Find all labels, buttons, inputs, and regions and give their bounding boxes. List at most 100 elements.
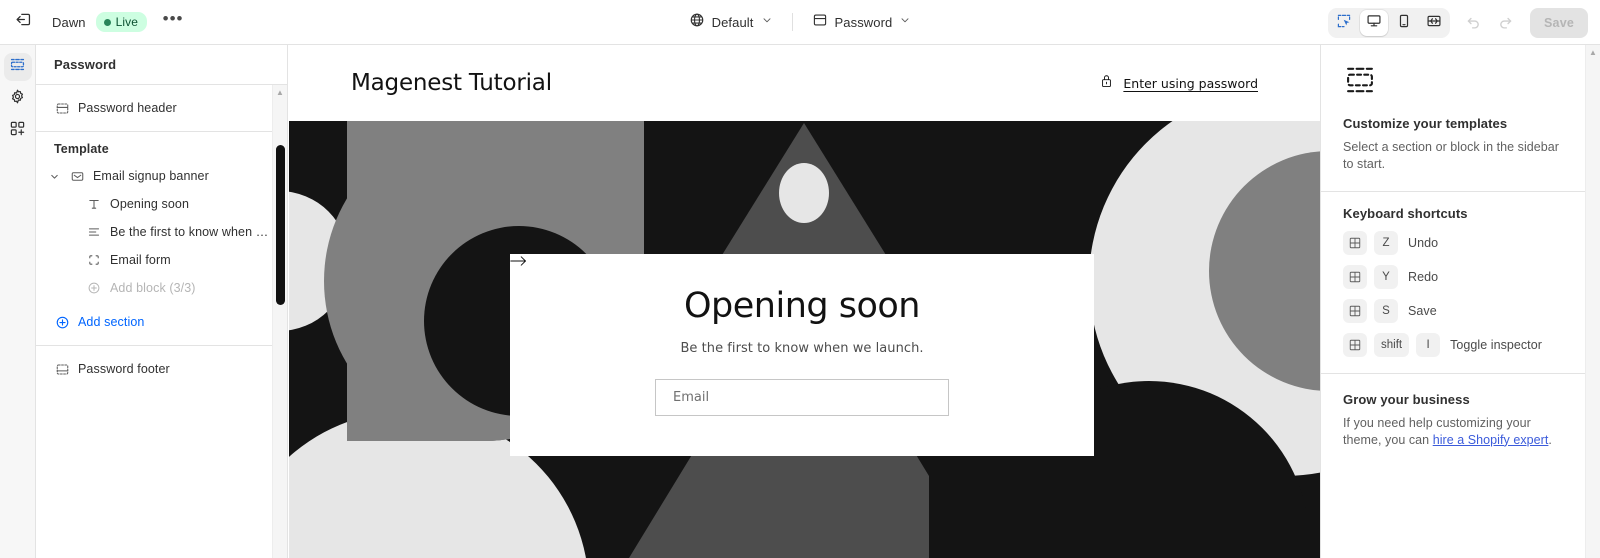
globe-icon xyxy=(689,12,705,33)
add-section-label: Add section xyxy=(78,315,145,329)
status-badge: Live xyxy=(95,12,148,32)
inspector-panel: Customize your templates Select a sectio… xyxy=(1320,45,1600,558)
desktop-view-button[interactable] xyxy=(1360,9,1388,36)
ctrl-icon xyxy=(1343,264,1367,289)
toolbar-center-group: Default Password xyxy=(590,7,1010,37)
header-icon xyxy=(54,100,70,116)
chevron-down-icon[interactable] xyxy=(47,171,61,182)
sections-icon xyxy=(9,56,26,78)
shortcut-action: Redo xyxy=(1408,269,1439,284)
shortcut-key: Z xyxy=(1374,230,1398,255)
scroll-up-arrow-icon[interactable]: ▲ xyxy=(273,88,287,97)
ctrl-icon xyxy=(1343,332,1367,357)
apps-icon xyxy=(9,120,26,142)
hire-shopify-expert-link[interactable]: hire a Shopify expert xyxy=(1433,433,1549,447)
ellipsis-icon: ••• xyxy=(162,8,184,28)
undo-button[interactable] xyxy=(1458,8,1488,38)
sidebar-item-password-footer[interactable]: Password footer xyxy=(36,355,287,383)
inspector-body: Customize your templates Select a sectio… xyxy=(1321,45,1585,558)
mobile-icon xyxy=(1396,13,1412,32)
inspector-scrollbar[interactable]: ▲ xyxy=(1585,45,1600,558)
hero-heading: Opening soon xyxy=(684,286,920,326)
toolbar-right-group: Save xyxy=(1328,0,1588,45)
locale-selector-label: Default xyxy=(711,14,754,30)
sidebar-title: Password xyxy=(54,57,117,72)
customize-body: Select a section or block in the sidebar… xyxy=(1343,140,1560,171)
shortcut-key: I xyxy=(1416,332,1441,357)
customize-templates-block: Customize your templates Select a sectio… xyxy=(1321,45,1585,192)
mobile-view-button[interactable] xyxy=(1390,10,1418,36)
theme-preview: Magenest Tutorial Enter using password O… xyxy=(289,45,1320,558)
lock-icon xyxy=(1099,73,1114,94)
exit-icon xyxy=(15,11,32,33)
sidebar-group-footer: Password footer xyxy=(36,346,287,392)
shortcut-key: shift xyxy=(1374,332,1410,357)
grow-body: If you need help customizing your theme,… xyxy=(1343,415,1563,449)
shortcut-key: Y xyxy=(1374,264,1398,289)
sidebar-item-password-header[interactable]: Password header xyxy=(36,94,287,122)
fullscreen-icon xyxy=(1426,13,1442,32)
shortcut-row-save: S Save xyxy=(1343,298,1563,323)
hero-subheading: Be the first to know when we launch. xyxy=(680,340,924,356)
sidebar-rail-settings[interactable] xyxy=(4,85,32,113)
store-title: Magenest Tutorial xyxy=(351,70,552,96)
sidebar-rail-sections[interactable] xyxy=(3,53,32,81)
shortcut-action: Toggle inspector xyxy=(1450,337,1542,352)
enter-using-password-button[interactable]: Enter using password xyxy=(1099,73,1258,94)
chevron-down-icon xyxy=(899,13,911,31)
locale-selector[interactable]: Default xyxy=(680,7,782,37)
ctrl-icon xyxy=(1343,230,1367,255)
sidebar-scrollbar[interactable]: ▲ xyxy=(272,85,287,558)
sidebar-item-opening-soon[interactable]: Opening soon xyxy=(36,190,287,218)
template-selector-label: Password xyxy=(834,14,893,30)
fullscreen-view-button[interactable] xyxy=(1420,10,1448,36)
email-signup-field[interactable]: Email xyxy=(510,256,949,416)
shortcut-action: Save xyxy=(1408,303,1437,318)
shortcut-action: Undo xyxy=(1408,235,1439,250)
grow-body-post: . xyxy=(1548,432,1552,447)
shortcut-row-undo: Z Undo xyxy=(1343,230,1563,255)
paragraph-icon xyxy=(86,224,102,240)
sections-icon xyxy=(1343,63,1563,102)
exit-editor-button[interactable] xyxy=(8,7,38,37)
customize-title: Customize your templates xyxy=(1343,116,1508,131)
sidebar-item-email-signup-banner[interactable]: Email signup banner xyxy=(36,162,287,190)
live-dot-icon xyxy=(103,18,111,26)
sidebar-header: Password xyxy=(36,45,287,85)
ctrl-icon xyxy=(1343,298,1367,323)
shortcuts-title: Keyboard shortcuts xyxy=(1343,205,1468,221)
inspector-toggle-button[interactable] xyxy=(1330,10,1358,36)
redo-button[interactable] xyxy=(1490,8,1520,38)
sidebar-item-label: Be the first to know when … xyxy=(110,225,269,239)
add-section-button[interactable]: Add section xyxy=(36,308,287,336)
scroll-up-arrow-icon[interactable]: ▲ xyxy=(1586,48,1600,57)
keyboard-shortcuts-block: Keyboard shortcuts Z Undo Y Redo S Save … xyxy=(1321,192,1585,374)
sections-sidebar: Password Password header Template Email … xyxy=(36,45,288,558)
gear-icon xyxy=(9,88,26,110)
sidebar-item-label: Add block (3/3) xyxy=(110,281,196,295)
sidebar-item-label: Password header xyxy=(78,101,177,115)
hero-banner: Opening soon Be the first to know when w… xyxy=(289,121,1320,558)
password-signup-card: Opening soon Be the first to know when w… xyxy=(510,254,1094,456)
template-selector[interactable]: Password xyxy=(803,7,921,37)
sidebar-scrollbar-thumb[interactable] xyxy=(276,145,285,305)
enter-using-password-label: Enter using password xyxy=(1123,75,1258,91)
sidebar-item-paragraph[interactable]: Be the first to know when … xyxy=(36,218,287,246)
plus-circle-icon xyxy=(86,280,102,296)
theme-name: Dawn xyxy=(52,14,86,30)
theme-more-actions-button[interactable]: ••• xyxy=(159,8,187,36)
status-badge-label: Live xyxy=(115,15,139,29)
sidebar-rail-apps[interactable] xyxy=(4,117,32,145)
envelope-icon xyxy=(69,168,85,184)
shortcut-row-redo: Y Redo xyxy=(1343,264,1563,289)
block-icon xyxy=(86,252,102,268)
sidebar-group-header: Password header xyxy=(36,85,287,132)
sidebar-template-label: Template xyxy=(54,142,109,156)
sidebar-item-label: Opening soon xyxy=(110,197,190,211)
save-button[interactable]: Save xyxy=(1530,7,1588,38)
text-icon xyxy=(86,196,102,212)
toolbar-left-group: Dawn Live ••• xyxy=(0,7,187,37)
sidebar-item-email-form[interactable]: Email form xyxy=(36,246,287,274)
email-input-placeholder[interactable]: Email xyxy=(673,390,709,405)
page-icon xyxy=(812,12,828,33)
